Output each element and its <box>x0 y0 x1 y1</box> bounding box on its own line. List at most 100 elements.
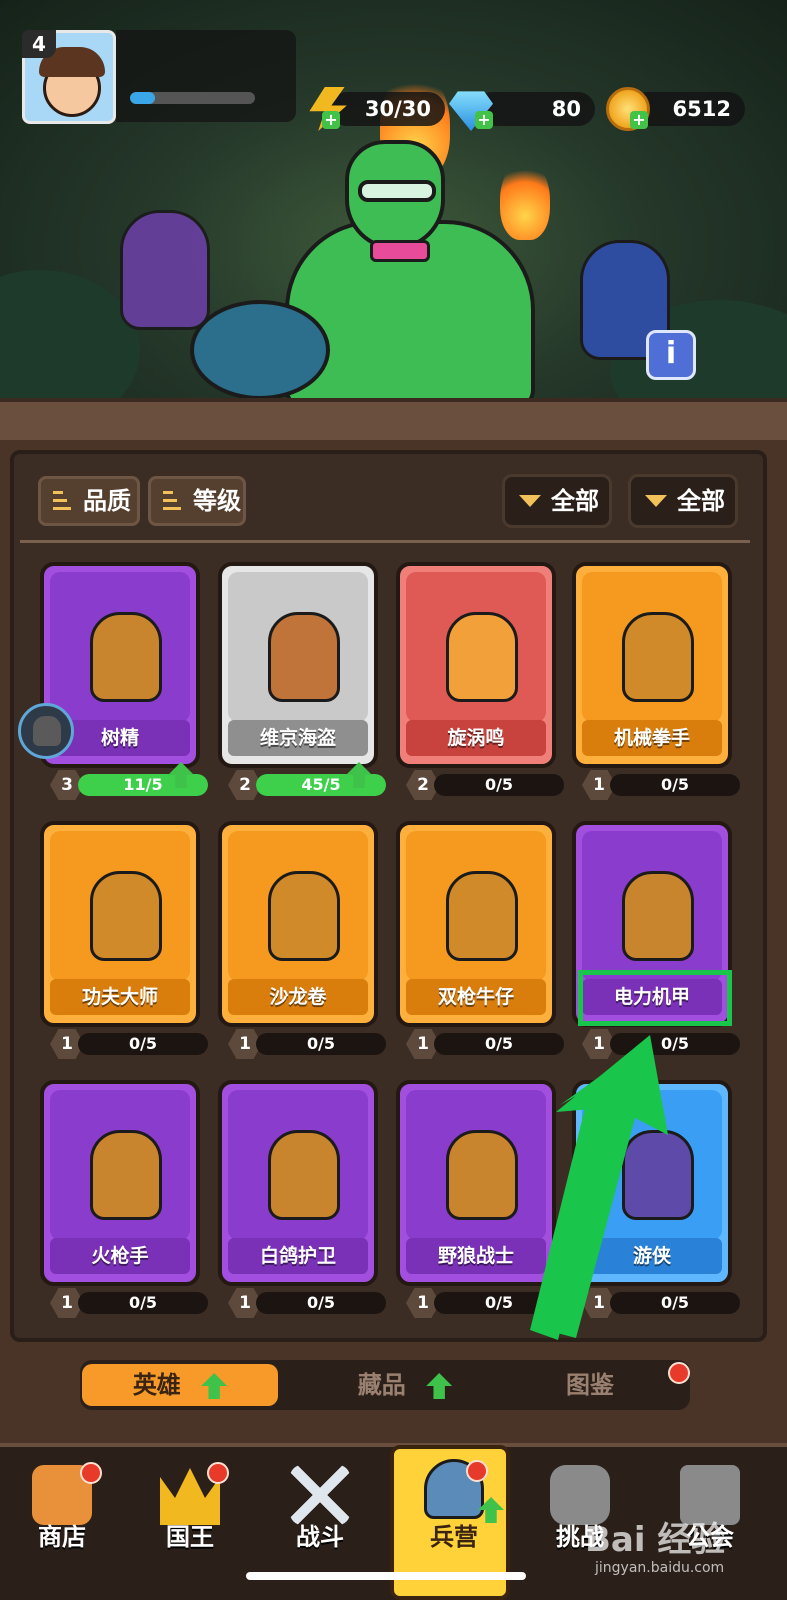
hero-shard-progress: 0/5 <box>434 1292 564 1314</box>
chevron-down-icon <box>645 495 667 507</box>
hero-sprite <box>268 612 340 702</box>
hero-card[interactable]: 白鸽护卫 <box>218 1080 378 1286</box>
chevron-down-icon <box>519 495 541 507</box>
panel-top-edge <box>0 398 787 440</box>
hulk-bowtie <box>370 240 430 262</box>
hero-shard-progress-text: 0/5 <box>306 1034 336 1053</box>
sort-by-level-button[interactable]: 等级 <box>148 476 246 526</box>
filter-dropdown-2[interactable]: 全部 <box>628 474 738 528</box>
hero-shard-progress-text: 0/5 <box>660 1034 690 1053</box>
hero-name: 野狼战士 <box>406 1238 546 1274</box>
hero-name: 功夫大师 <box>50 979 190 1015</box>
hero-card[interactable]: 游侠 <box>572 1080 732 1286</box>
hero-sprite <box>446 612 518 702</box>
hero-shard-progress: 0/5 <box>78 1033 208 1055</box>
nav-battle-label: 战斗 <box>296 1523 344 1551</box>
watermark-logo: Bai 经验 <box>585 1520 726 1560</box>
hero-sprite <box>446 1130 518 1220</box>
blob-character <box>190 300 330 400</box>
home-indicator[interactable] <box>246 1572 526 1580</box>
watermark-url: jingyan.baidu.com <box>595 1560 725 1576</box>
hero-shard-progress: 0/5 <box>434 774 564 796</box>
hero-shard-progress-text: 11/5 <box>123 775 163 794</box>
tab-heroes[interactable]: 英雄 <box>82 1364 278 1406</box>
filter-dropdown-1-label: 全部 <box>551 487 599 515</box>
hero-portrait <box>50 831 190 981</box>
hero-portrait <box>406 1090 546 1240</box>
tab-heroes-label: 英雄 <box>132 1371 181 1399</box>
add-coins-button[interactable]: + <box>630 111 648 129</box>
hero-name: 旋涡鸣 <box>406 720 546 756</box>
hero-portrait <box>50 572 190 722</box>
divider <box>20 540 750 543</box>
tab-collection[interactable]: 藏品 <box>330 1364 480 1406</box>
bush-decoration <box>0 270 140 410</box>
nav-king-label: 国王 <box>166 1523 214 1551</box>
hero-portrait <box>582 1090 722 1240</box>
notification-dot <box>466 1460 488 1482</box>
hero-name: 火枪手 <box>50 1238 190 1274</box>
gem-counter: 80 <box>475 92 595 126</box>
hero-sprite <box>268 871 340 961</box>
hero-card[interactable]: 旋涡鸣 <box>396 562 556 768</box>
hero-name: 双枪牛仔 <box>406 979 546 1015</box>
hero-shard-progress: 0/5 <box>256 1292 386 1314</box>
side-portrait-button[interactable] <box>18 703 74 759</box>
hero-name: 游侠 <box>582 1238 722 1274</box>
hero-portrait <box>228 572 368 722</box>
hero-shard-progress: 11/5 <box>78 774 208 796</box>
notification-dot <box>80 1462 102 1484</box>
hero-sprite <box>90 1130 162 1220</box>
hero-shard-progress-text: 0/5 <box>484 775 514 794</box>
sort-icon <box>53 491 75 511</box>
hero-shard-progress: 0/5 <box>78 1292 208 1314</box>
player-name-panel[interactable] <box>116 30 296 122</box>
hero-name: 维京海盗 <box>228 720 368 756</box>
hero-shard-progress: 45/5 <box>256 774 386 796</box>
xp-bar <box>130 92 255 104</box>
hero-portrait <box>228 1090 368 1240</box>
hero-shard-progress: 0/5 <box>434 1033 564 1055</box>
tab-codex[interactable]: 图鉴 <box>520 1364 660 1406</box>
hero-sprite <box>622 1130 694 1220</box>
crossed-swords-icon <box>290 1465 350 1525</box>
hero-portrait <box>582 831 722 981</box>
hero-card[interactable]: 野狼战士 <box>396 1080 556 1286</box>
hero-shard-progress-text: 0/5 <box>128 1034 158 1053</box>
hero-sprite <box>446 871 518 961</box>
highlight-box <box>578 970 732 1026</box>
hero-portrait <box>406 572 546 722</box>
hero-name: 机械拳手 <box>582 720 722 756</box>
sort-icon <box>163 491 185 511</box>
hero-sprite <box>90 871 162 961</box>
hero-portrait <box>50 1090 190 1240</box>
sort-quality-label: 品质 <box>83 487 131 515</box>
hero-card[interactable]: 沙龙卷 <box>218 821 378 1027</box>
hero-shard-progress: 0/5 <box>256 1033 386 1055</box>
xp-bar-fill <box>130 92 155 104</box>
nav-shop[interactable]: 商店 <box>2 1455 122 1595</box>
hero-card[interactable]: 双枪牛仔 <box>396 821 556 1027</box>
hero-sprite <box>622 871 694 961</box>
filter-dropdown-1[interactable]: 全部 <box>502 474 612 528</box>
hero-card[interactable]: 功夫大师 <box>40 821 200 1027</box>
hero-card[interactable]: 维京海盗 <box>218 562 378 768</box>
hero-shard-progress: 0/5 <box>610 774 740 796</box>
hero-portrait <box>228 831 368 981</box>
archer-character <box>120 210 210 330</box>
tab-collection-label: 藏品 <box>357 1371 406 1399</box>
energy-counter: 30/30 <box>330 92 445 126</box>
info-button[interactable]: i <box>646 330 696 380</box>
hero-sprite <box>622 612 694 702</box>
upgrade-arrow-icon <box>201 1373 228 1399</box>
hero-card[interactable]: 火枪手 <box>40 1080 200 1286</box>
hero-shard-progress: 0/5 <box>610 1292 740 1314</box>
sort-by-quality-button[interactable]: 品质 <box>38 476 140 526</box>
tab-codex-label: 图鉴 <box>566 1371 614 1399</box>
hero-card[interactable]: 机械拳手 <box>572 562 732 768</box>
add-energy-button[interactable]: + <box>322 111 340 129</box>
notification-dot <box>668 1362 690 1384</box>
upgrade-arrow-icon <box>426 1373 453 1399</box>
nav-king[interactable]: 国王 <box>130 1455 250 1595</box>
add-gems-button[interactable]: + <box>475 111 493 129</box>
